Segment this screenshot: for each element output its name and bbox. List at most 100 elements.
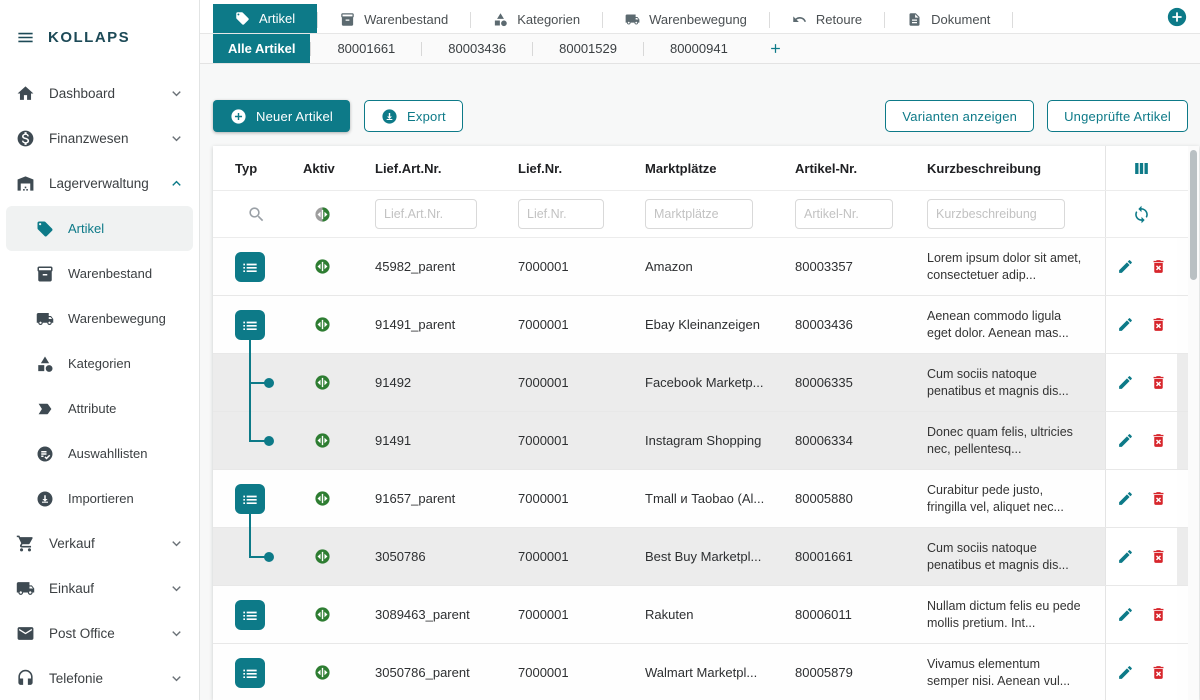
table-row[interactable]: 91491_parent7000001Ebay Kleinanzeigen800… (213, 296, 1199, 354)
article-tab-80000941[interactable]: 80000941 (644, 34, 754, 63)
filter-marktplaetze-input[interactable] (645, 199, 753, 229)
refresh-icon[interactable] (1132, 205, 1151, 224)
filter-lief-art-nr-input[interactable] (375, 199, 477, 229)
delete-button[interactable] (1150, 258, 1167, 275)
edit-button[interactable] (1117, 548, 1134, 565)
cell-kurzbeschreibung: Aenean commodo ligula eget dolor. Aenean… (927, 308, 1085, 342)
header-artikel-nr: Artikel-Nr. (785, 146, 925, 190)
edit-button[interactable] (1117, 432, 1134, 449)
table-row[interactable]: 45982_parent7000001Amazon80003357Lorem i… (213, 238, 1199, 296)
delete-button[interactable] (1150, 664, 1167, 681)
hamburger-menu-icon[interactable] (16, 28, 35, 47)
sidebar-subitem-attribute[interactable]: Attribute (6, 386, 193, 431)
document-icon (907, 12, 922, 27)
sidebar-subitem-label: Importieren (68, 491, 134, 506)
active-status-icon[interactable] (314, 664, 331, 681)
tab-retoure[interactable]: Retoure (770, 5, 884, 33)
variant-list-button[interactable] (235, 484, 265, 514)
sidebar-subitem-label: Attribute (68, 401, 116, 416)
scrollbar-thumb[interactable] (1190, 150, 1197, 280)
sidebar-subitem-warenbestand[interactable]: Warenbestand (6, 251, 193, 296)
article-tab-alle-artikel[interactable]: Alle Artikel (213, 34, 310, 63)
filter-artikel-nr-input[interactable] (795, 199, 893, 229)
main-area: ArtikelWarenbestandKategorienWarenbewegu… (200, 0, 1200, 700)
edit-button[interactable] (1117, 664, 1134, 681)
tab-kategorien[interactable]: Kategorien (471, 5, 602, 33)
list-icon (240, 663, 260, 683)
chevron-down-icon (168, 670, 185, 687)
edit-button[interactable] (1117, 374, 1134, 391)
edit-button[interactable] (1117, 316, 1134, 333)
column-settings-icon[interactable] (1132, 159, 1151, 178)
active-status-icon[interactable] (314, 606, 331, 623)
new-article-button[interactable]: Neuer Artikel (213, 100, 350, 132)
sidebar-subitem-kategorien[interactable]: Kategorien (6, 341, 193, 386)
article-tab-80003436[interactable]: 80003436 (422, 34, 532, 63)
sidebar-item-label: Telefonie (49, 671, 154, 686)
tree-connector (249, 338, 251, 353)
sidebar-item-verkauf[interactable]: Verkauf (0, 521, 199, 566)
table-row[interactable]: 3050786_parent7000001Walmart Marketpl...… (213, 644, 1199, 700)
active-status-icon[interactable] (314, 374, 331, 391)
add-tab-button[interactable] (1166, 6, 1188, 28)
delete-button[interactable] (1150, 606, 1167, 623)
article-tab-80001661[interactable]: 80001661 (311, 34, 421, 63)
article-tab-80001529[interactable]: 80001529 (533, 34, 643, 63)
delete-button[interactable] (1150, 548, 1167, 565)
delete-button[interactable] (1150, 374, 1167, 391)
aktiv-filter-toggle-icon[interactable] (314, 206, 331, 223)
table-row[interactable]: 3089463_parent7000001Rakuten80006011Null… (213, 586, 1199, 644)
tree-node-dot (264, 436, 274, 446)
sidebar-item-post-office[interactable]: Post Office (0, 611, 199, 656)
sidebar-item-telefonie[interactable]: Telefonie (0, 656, 199, 700)
edit-button[interactable] (1117, 606, 1134, 623)
variant-list-button[interactable] (235, 252, 265, 282)
show-variants-button[interactable]: Varianten anzeigen (885, 100, 1034, 132)
app-logo: KOLLAPS (48, 29, 130, 46)
unverified-articles-button[interactable]: Ungeprüfte Artikel (1047, 100, 1188, 132)
variant-list-button[interactable] (235, 600, 265, 630)
sidebar-item-finanzwesen[interactable]: Finanzwesen (0, 116, 199, 161)
variant-list-button[interactable] (235, 310, 265, 340)
filter-lief-nr-input[interactable] (518, 199, 604, 229)
sidebar-subitem-auswahllisten[interactable]: Auswahllisten (6, 431, 193, 476)
tab-artikel[interactable]: Artikel (213, 4, 317, 33)
active-status-icon[interactable] (314, 316, 331, 333)
sidebar-item-label: Einkauf (49, 581, 154, 596)
sidebar-item-einkauf[interactable]: Einkauf (0, 566, 199, 611)
active-status-icon[interactable] (314, 548, 331, 565)
app-window: KOLLAPS DashboardFinanzwesenLagerverwalt… (0, 0, 1200, 700)
table-row[interactable]: 30507867000001Best Buy Marketpl...800016… (213, 528, 1199, 586)
cell-lief-art-nr: 3050786 (375, 549, 426, 564)
sidebar-item-label: Post Office (49, 626, 154, 641)
active-status-icon[interactable] (314, 258, 331, 275)
sidebar-item-dashboard[interactable]: Dashboard (0, 71, 199, 116)
active-status-icon[interactable] (314, 490, 331, 507)
cell-kurzbeschreibung: Curabitur pede justo, fringilla vel, ali… (927, 482, 1085, 516)
filter-kurzbeschreibung-input[interactable] (927, 199, 1065, 229)
sidebar-subitem-artikel[interactable]: Artikel (6, 206, 193, 251)
tree-connector (249, 528, 251, 557)
tab-warenbewegung[interactable]: Warenbewegung (603, 5, 769, 33)
sidebar-item-lagerverwaltung[interactable]: Lagerverwaltung (0, 161, 199, 206)
delete-button[interactable] (1150, 432, 1167, 449)
edit-button[interactable] (1117, 258, 1134, 275)
table-row[interactable]: 91657_parent7000001Tmall и Taobao (Al...… (213, 470, 1199, 528)
edit-button[interactable] (1117, 490, 1134, 507)
cell-marktplatz: Amazon (645, 259, 693, 274)
tab-dokument[interactable]: Dokument (885, 5, 1012, 33)
cell-lief-art-nr: 3089463_parent (375, 607, 470, 622)
delete-button[interactable] (1150, 316, 1167, 333)
table-row[interactable]: 914917000001Instagram Shopping80006334Do… (213, 412, 1199, 470)
active-status-icon[interactable] (314, 432, 331, 449)
export-button[interactable]: Export (364, 100, 463, 132)
sidebar-subitem-importieren[interactable]: Importieren (6, 476, 193, 521)
truck-icon (36, 310, 54, 328)
delete-button[interactable] (1150, 490, 1167, 507)
table-row[interactable]: 914927000001Facebook Marketp...80006335C… (213, 354, 1199, 412)
variant-list-button[interactable] (235, 658, 265, 688)
cell-artikel-nr: 80005879 (795, 665, 853, 680)
sidebar-subitem-warenbewegung[interactable]: Warenbewegung (6, 296, 193, 341)
tab-warenbestand[interactable]: Warenbestand (318, 5, 470, 33)
add-article-tab-button[interactable] (754, 34, 797, 63)
